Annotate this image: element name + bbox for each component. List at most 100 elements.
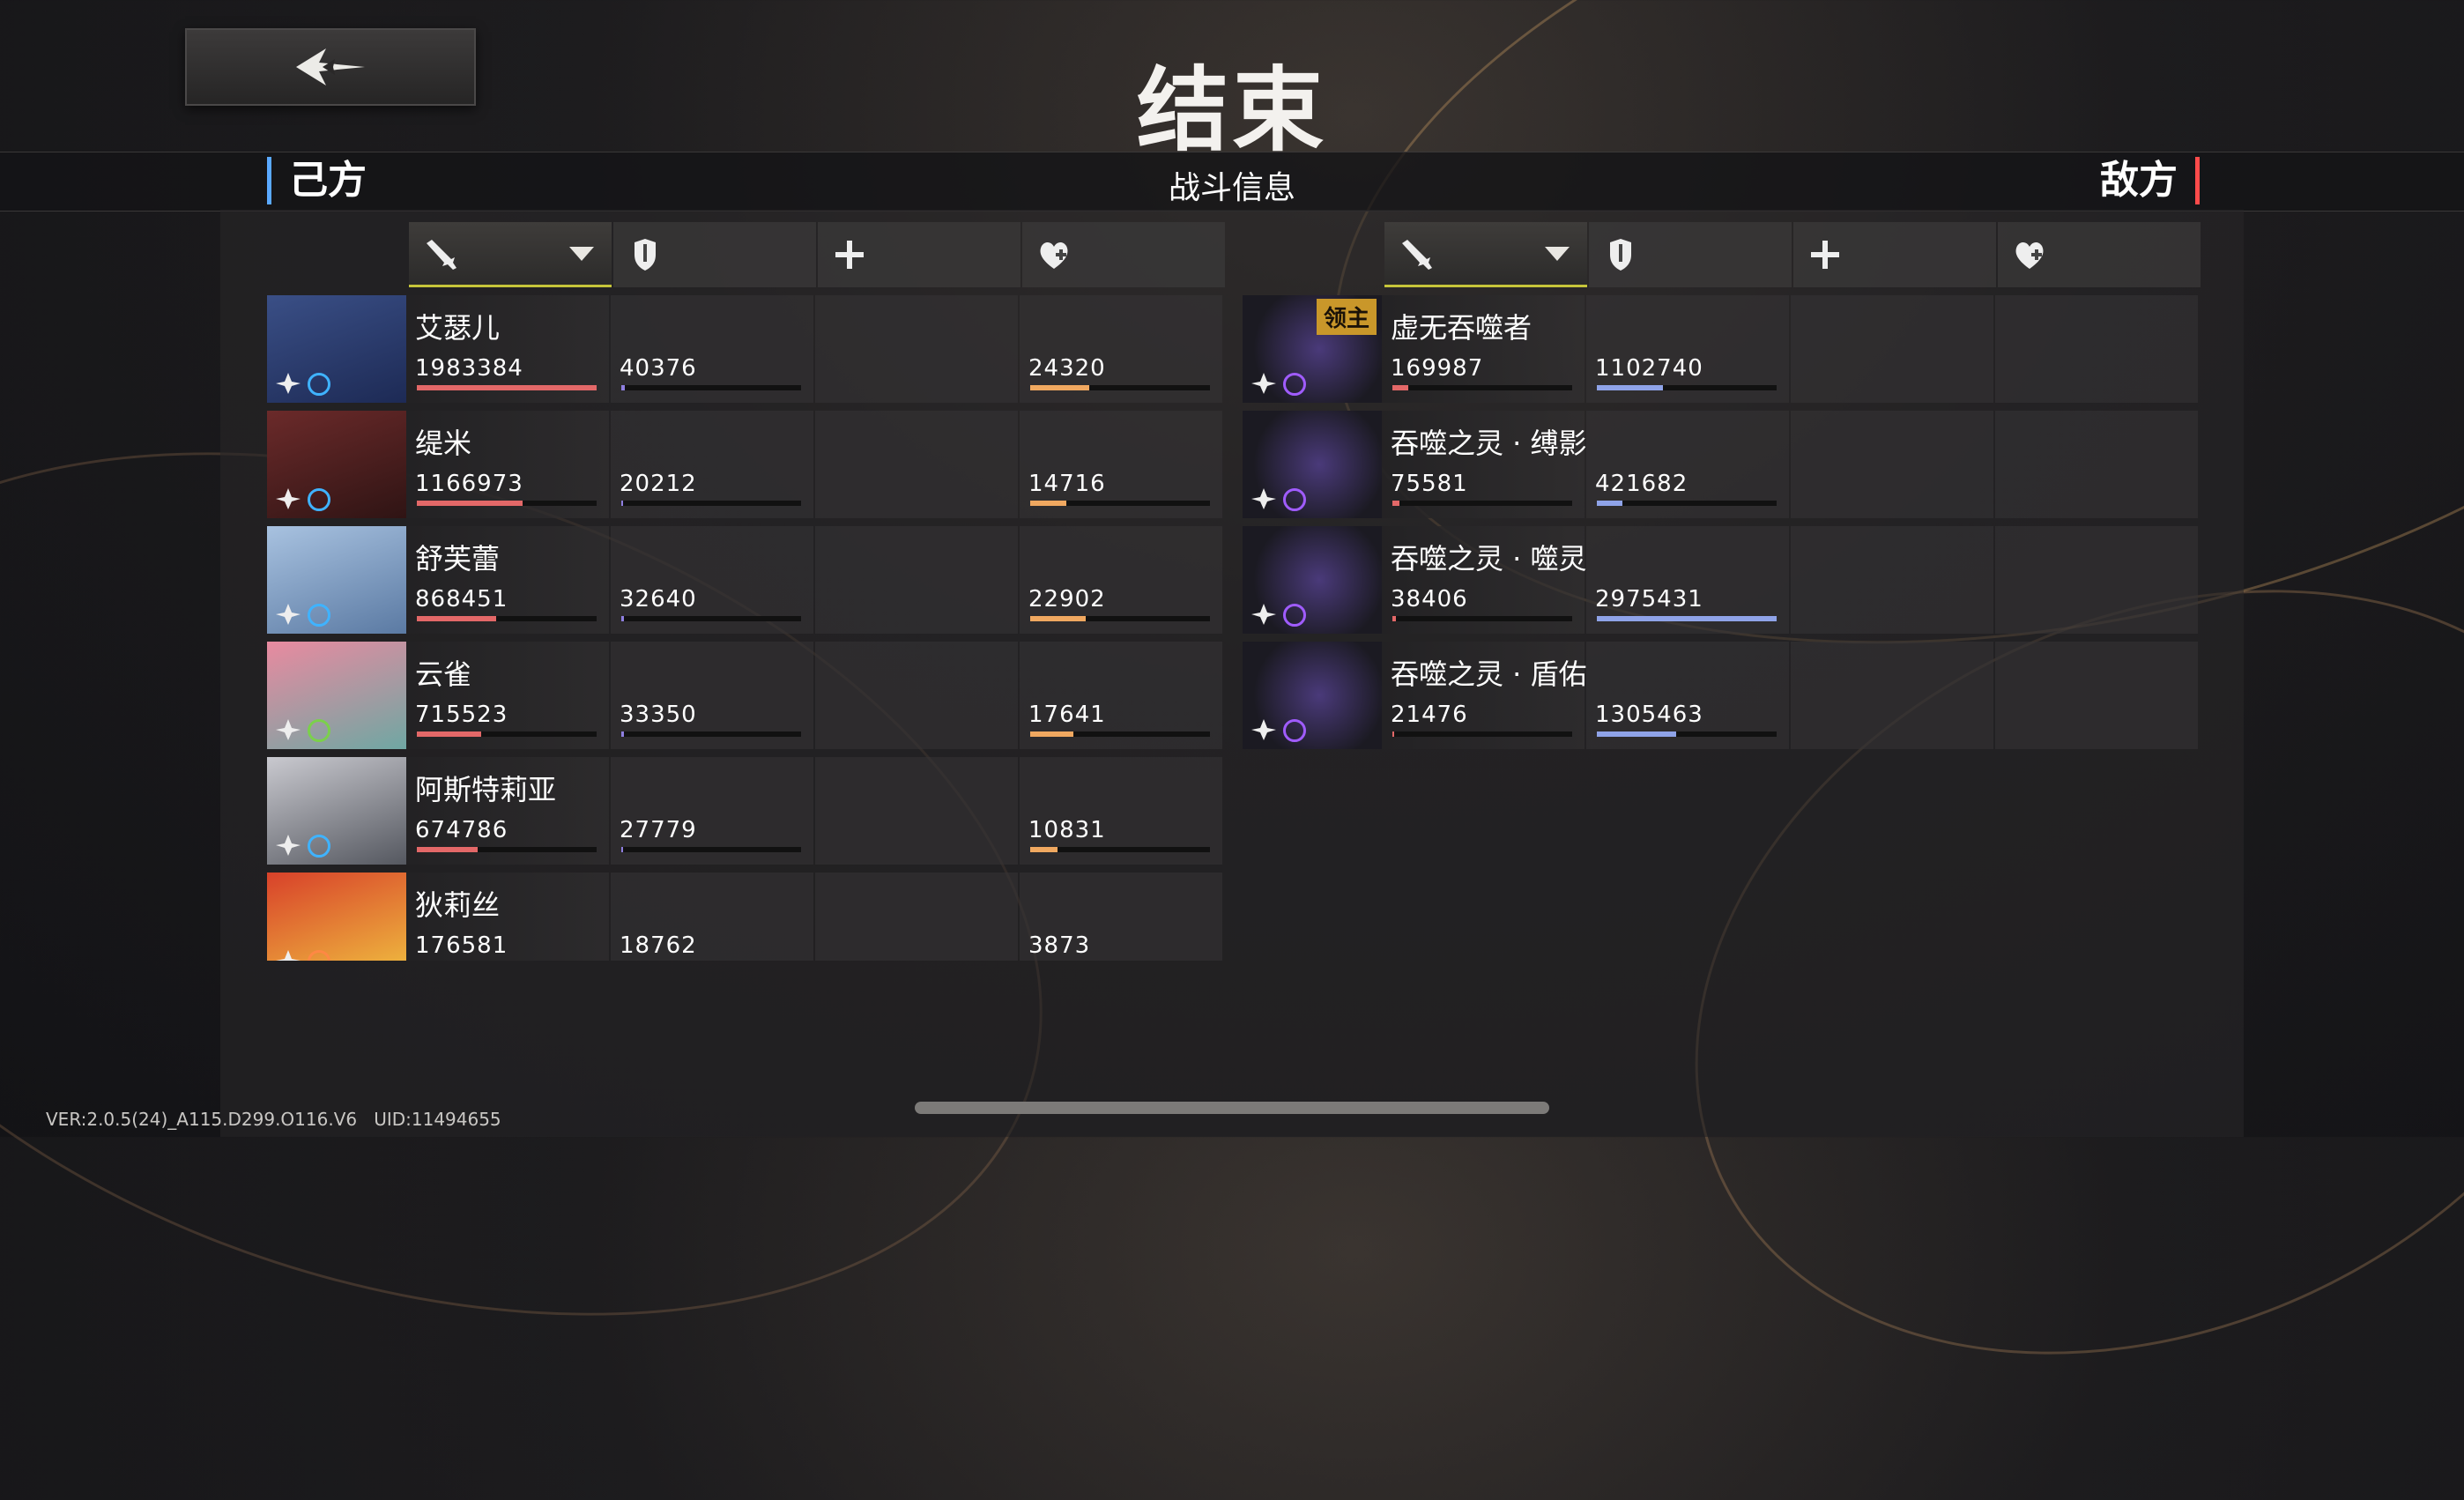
home-indicator[interactable] bbox=[915, 1102, 1549, 1114]
sort-heal-tab[interactable] bbox=[1022, 222, 1225, 287]
heal-value: 3873 bbox=[1028, 932, 1091, 959]
damage-cell: 吞噬之灵 · 缚影 75581 bbox=[1382, 411, 1587, 518]
element-icon bbox=[308, 950, 330, 961]
heal-value: 14716 bbox=[1028, 471, 1106, 497]
character-name: 缇米 bbox=[415, 427, 472, 460]
tank-cell: 20212 bbox=[611, 411, 813, 518]
tank-bar-fill bbox=[621, 731, 625, 737]
heal-bar-fill bbox=[1030, 731, 1073, 737]
character-portrait[interactable] bbox=[267, 295, 406, 403]
damage-bar bbox=[1392, 385, 1572, 390]
tank-value: 27779 bbox=[620, 817, 697, 843]
damage-value: 868451 bbox=[415, 586, 508, 613]
tank-bar-fill bbox=[621, 385, 626, 390]
class-icon bbox=[276, 488, 301, 509]
tank-bar bbox=[621, 616, 801, 621]
enemy-sort-damage-tab[interactable] bbox=[1384, 222, 1587, 287]
damage-bar-fill bbox=[417, 616, 496, 621]
tank-cell: 1102740 bbox=[1586, 295, 1789, 403]
heal-cell bbox=[1995, 411, 2198, 518]
tank-value: 40376 bbox=[620, 355, 697, 382]
damage-value: 1166973 bbox=[415, 471, 523, 497]
tank-cell: 421682 bbox=[1586, 411, 1789, 518]
character-portrait[interactable] bbox=[267, 873, 406, 961]
tank-bar-fill bbox=[1597, 616, 1777, 621]
heal-cell: 14716 bbox=[1020, 411, 1222, 518]
element-icon bbox=[308, 719, 330, 742]
ally-stat-header bbox=[409, 222, 1227, 287]
heal-bar-fill bbox=[1030, 616, 1087, 621]
tank-bar bbox=[621, 501, 801, 506]
element-icon bbox=[308, 835, 330, 858]
tank-cell: 32640 bbox=[611, 526, 813, 634]
heal-cell: 3873 bbox=[1020, 873, 1222, 961]
character-name: 艾瑟儿 bbox=[415, 311, 501, 345]
tank-bar-fill bbox=[621, 847, 624, 852]
enemy-label: 敌方 bbox=[2100, 157, 2200, 204]
character-name: 狄莉丝 bbox=[415, 888, 501, 922]
damage-bar-fill bbox=[417, 731, 482, 737]
enemy-name: 吞噬之灵 · 盾佑 bbox=[1391, 657, 1587, 691]
damage-cell: 狄莉丝 176581 bbox=[406, 873, 609, 961]
enemy-portrait[interactable]: 领主 bbox=[1243, 295, 1382, 403]
element-icon bbox=[1283, 488, 1306, 511]
tank-cell: 2975431 bbox=[1586, 526, 1789, 634]
damage-bar-fill bbox=[417, 385, 597, 390]
heal-heart-icon bbox=[1040, 241, 1068, 269]
tank-value: 2975431 bbox=[1595, 586, 1703, 613]
uid-text: UID:11494655 bbox=[374, 1109, 501, 1130]
version-text: VER:2.0.5(24)_A115.D299.O116.V6 bbox=[46, 1109, 358, 1130]
tank-value: 20212 bbox=[620, 471, 697, 497]
sword-icon bbox=[427, 239, 456, 270]
tank-bar bbox=[1597, 731, 1777, 737]
tank-bar-fill bbox=[1597, 385, 1664, 390]
class-icon bbox=[276, 719, 301, 740]
enemy-sort-tank-tab[interactable] bbox=[1589, 222, 1792, 287]
class-icon bbox=[276, 835, 301, 856]
heal-cell: 24320 bbox=[1020, 295, 1222, 403]
character-portrait[interactable] bbox=[267, 642, 406, 749]
character-portrait[interactable] bbox=[267, 411, 406, 518]
tank-cell: 40376 bbox=[611, 295, 813, 403]
heal-cell bbox=[1995, 295, 2198, 403]
enemy-sort-buff-tab[interactable] bbox=[1793, 222, 1996, 287]
damage-value: 715523 bbox=[415, 702, 508, 728]
enemy-portrait[interactable] bbox=[1243, 411, 1382, 518]
damage-value: 1983384 bbox=[415, 355, 523, 382]
tank-value: 1305463 bbox=[1595, 702, 1703, 728]
sort-tank-tab[interactable] bbox=[613, 222, 816, 287]
battle-info-label: 战斗信息 bbox=[1168, 170, 1295, 206]
tank-bar-fill bbox=[1597, 501, 1622, 506]
ally-row: 缇米 1166973 20212 14716 bbox=[267, 411, 1224, 518]
ally-row: 云雀 715523 33350 17641 bbox=[267, 642, 1224, 749]
enemy-portrait[interactable] bbox=[1243, 642, 1382, 749]
heal-value: 24320 bbox=[1028, 355, 1106, 382]
ally-row: 狄莉丝 176581 18762 3873 bbox=[267, 873, 1224, 961]
character-portrait[interactable] bbox=[267, 526, 406, 634]
tank-bar bbox=[621, 847, 801, 852]
class-icon bbox=[1251, 719, 1276, 740]
damage-cell: 艾瑟儿 1983384 bbox=[406, 295, 609, 403]
enemy-portrait[interactable] bbox=[1243, 526, 1382, 634]
damage-value: 38406 bbox=[1391, 586, 1468, 613]
boss-badge: 领主 bbox=[1316, 299, 1377, 335]
damage-bar bbox=[417, 385, 597, 390]
damage-cell: 阿斯特莉亚 674786 bbox=[406, 757, 609, 865]
damage-cell: 缇米 1166973 bbox=[406, 411, 609, 518]
character-name: 舒芙蕾 bbox=[415, 542, 501, 575]
tank-bar-fill bbox=[621, 501, 624, 506]
tank-cell: 27779 bbox=[611, 757, 813, 865]
sort-damage-tab[interactable] bbox=[409, 222, 612, 287]
element-icon bbox=[308, 604, 330, 627]
enemy-sort-heal-tab[interactable] bbox=[1998, 222, 2201, 287]
heal-bar-fill bbox=[1030, 385, 1090, 390]
tank-bar bbox=[1597, 385, 1777, 390]
sort-buff-tab[interactable] bbox=[818, 222, 1020, 287]
damage-bar-fill bbox=[1392, 731, 1395, 737]
sword-icon bbox=[1402, 239, 1432, 270]
buff-cell bbox=[1791, 642, 1993, 749]
character-portrait[interactable] bbox=[267, 757, 406, 865]
damage-cell: 舒芙蕾 868451 bbox=[406, 526, 609, 634]
tank-cell: 33350 bbox=[611, 642, 813, 749]
damage-value: 169987 bbox=[1391, 355, 1484, 382]
